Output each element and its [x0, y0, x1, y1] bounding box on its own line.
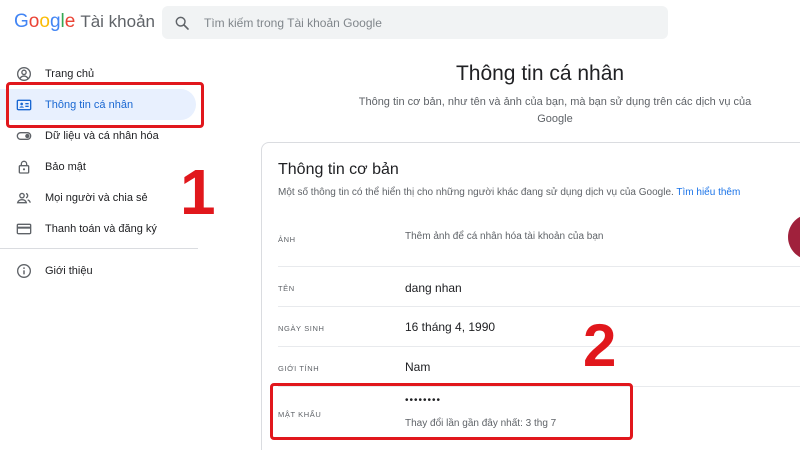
sidebar-item-label: Trang chủ	[45, 67, 95, 80]
annotation-number-2: 2	[583, 312, 617, 379]
sidebar-item-label: Thanh toán và đăng ký	[45, 222, 157, 235]
annotation-number-1: 1	[180, 156, 216, 228]
row-value: 16 tháng 4, 1990	[405, 320, 496, 334]
sidebar-item-people-sharing[interactable]: Mọi người và chia sẻ	[0, 182, 196, 213]
row-label: Giới tính	[278, 364, 320, 373]
info-row-gender[interactable]: Giới tính Nam	[278, 347, 800, 387]
row-label: Ngày sinh	[278, 324, 325, 333]
logo-letter: g	[49, 11, 61, 32]
row-value: dang nhan	[405, 281, 462, 295]
row-value: Nam	[405, 360, 431, 374]
sidebar-divider	[0, 248, 198, 249]
google-wordmark: Google	[14, 11, 75, 33]
logo-letter: G	[14, 11, 29, 32]
info-row-birthday[interactable]: Ngày sinh 16 tháng 4, 1990	[278, 307, 800, 347]
sidebar-item-label: Mọi người và chia sẻ	[45, 191, 148, 204]
highlight-box-sidebar	[6, 82, 204, 128]
credit-card-icon	[16, 223, 32, 234]
logo-letter: e	[64, 11, 76, 32]
sidebar-item-about[interactable]: Giới thiệu	[0, 255, 196, 286]
learn-more-link[interactable]: Tìm hiểu thêm	[676, 187, 740, 198]
row-label: Ảnh	[278, 235, 296, 244]
logo-letter: o	[28, 11, 40, 32]
page-title: Thông tin cá nhân	[455, 62, 625, 85]
card-title: Thông tin cơ bản	[278, 161, 399, 178]
sidebar-item-payments[interactable]: Thanh toán và đăng ký	[0, 213, 196, 244]
search-icon[interactable]	[174, 15, 190, 31]
sidebar-item-label: Giới thiệu	[45, 264, 93, 277]
google-account-logo[interactable]: Google Tài khoản	[14, 11, 155, 33]
logo-letter: o	[39, 11, 50, 32]
account-circle-icon	[17, 66, 31, 81]
sidebar-item-label: Bảo mật	[45, 160, 86, 173]
info-row-photo[interactable]: Ảnh Thêm ảnh để cá nhân hóa tài khoản củ…	[278, 211, 800, 267]
search-input[interactable]	[204, 15, 624, 30]
info-icon	[17, 263, 31, 278]
app-header: Google Tài khoản	[0, 0, 800, 46]
highlight-box-password	[270, 383, 633, 440]
product-name: Tài khoản	[80, 12, 155, 31]
card-description: Một số thông tin có thể hiển thị cho nhữ…	[278, 187, 740, 198]
people-icon	[16, 192, 31, 203]
search-bar[interactable]	[162, 6, 668, 39]
page-subtitle: Thông tin cơ bản, như tên và ảnh của bạn…	[358, 96, 752, 125]
lock-icon	[18, 160, 30, 174]
sidebar-item-label: Dữ liệu và cá nhân hóa	[45, 129, 159, 142]
toggle-icon	[16, 131, 32, 140]
row-value: Thêm ảnh để cá nhân hóa tài khoản của bạ…	[405, 231, 604, 242]
card-description-text: Một số thông tin có thể hiển thị cho nhữ…	[278, 187, 674, 198]
info-row-name[interactable]: Tên dang nhan	[278, 267, 800, 307]
row-label: Tên	[278, 284, 295, 293]
sidebar-item-security[interactable]: Bảo mật	[0, 151, 196, 182]
